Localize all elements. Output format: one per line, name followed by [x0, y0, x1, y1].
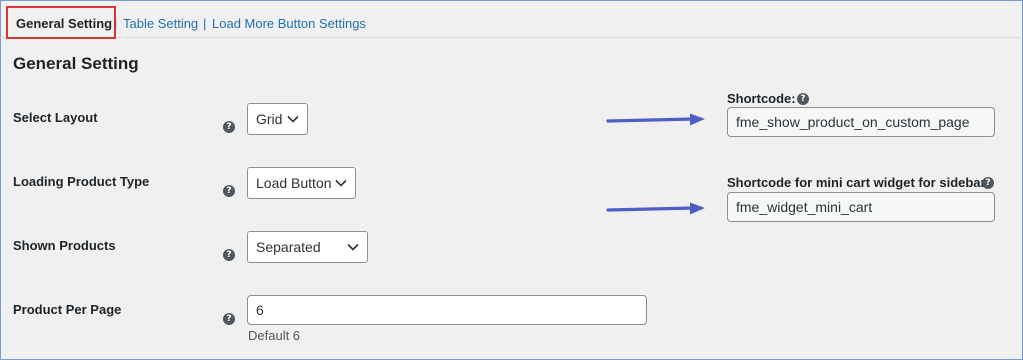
loading-product-type-select[interactable]: Load Button	[247, 167, 356, 199]
annotation-arrow-icon	[606, 113, 705, 126]
section-title: General Setting	[13, 54, 139, 73]
loading-product-type-label: Loading Product Type	[13, 174, 150, 189]
shown-products-value: Separated	[256, 239, 321, 255]
chevron-down-icon	[347, 243, 359, 251]
select-layout-label: Select Layout	[13, 110, 98, 125]
shortcode-field[interactable]: fme_show_product_on_custom_page	[727, 107, 995, 137]
shown-products-select[interactable]: Separated	[247, 231, 368, 263]
tab-load-more-button-settings[interactable]: Load More Button Settings	[212, 16, 366, 32]
help-icon[interactable]: ?	[223, 313, 235, 325]
product-per-page-input[interactable]: 6	[247, 295, 647, 325]
shown-products-label: Shown Products	[13, 238, 116, 253]
active-tab-highlight-box	[6, 6, 116, 39]
help-icon[interactable]: ?	[223, 249, 235, 261]
help-icon[interactable]: ?	[982, 177, 994, 189]
tab-separator: |	[203, 16, 207, 31]
chevron-down-icon	[335, 179, 347, 187]
layout-select-value: Grid	[256, 111, 283, 127]
mini-cart-shortcode-field[interactable]: fme_widget_mini_cart	[727, 192, 995, 222]
product-per-page-label: Product Per Page	[13, 302, 122, 317]
chevron-down-icon	[287, 115, 299, 123]
settings-tab-bar: General Setting | Table Setting | Load M…	[0, 0, 1021, 38]
mini-cart-shortcode-title: Shortcode for mini cart widget for sideb…	[727, 175, 986, 190]
shortcode-title: Shortcode:	[727, 91, 796, 106]
help-icon[interactable]: ?	[797, 93, 809, 105]
help-icon[interactable]: ?	[223, 121, 235, 133]
help-icon[interactable]: ?	[223, 185, 235, 197]
tab-table-setting[interactable]: Table Setting	[123, 16, 198, 32]
layout-select[interactable]: Grid	[247, 103, 308, 135]
annotation-arrow-icon	[606, 202, 705, 215]
loading-product-type-value: Load Button	[256, 175, 332, 191]
product-per-page-description: Default 6	[248, 328, 301, 343]
